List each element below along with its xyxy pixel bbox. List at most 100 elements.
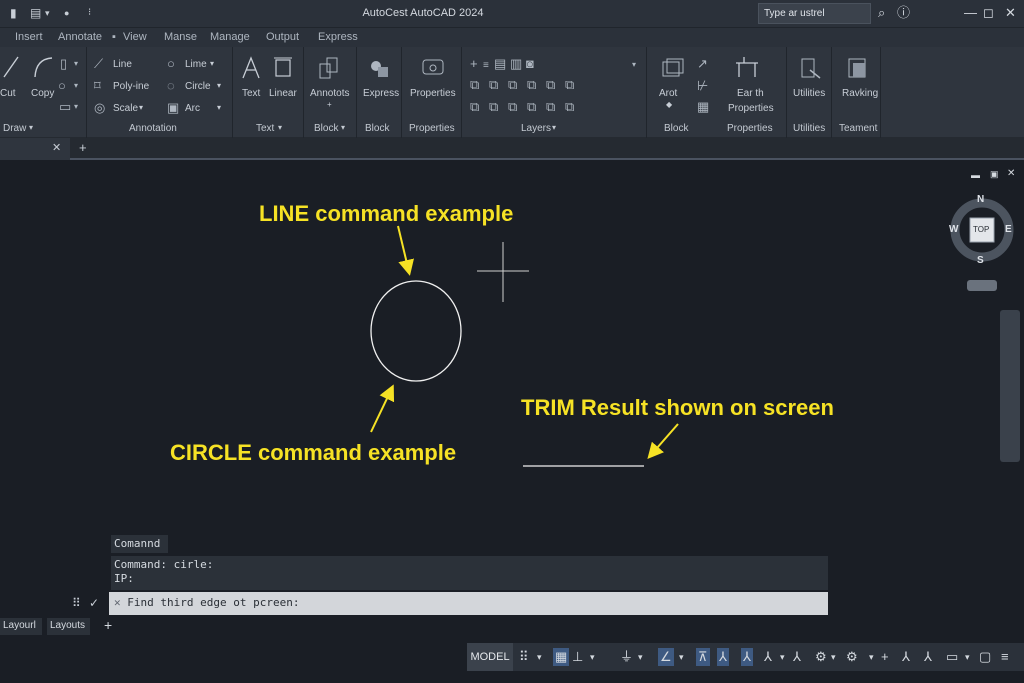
model-space-button[interactable]: MODEL [467,643,513,671]
layer-list-icon[interactable]: ≡ [483,59,489,73]
arc-button[interactable]: Arc [185,103,200,114]
customize-menu-icon[interactable]: ≡ [1001,648,1009,666]
clean-screen-icon[interactable]: ▢ [979,648,991,666]
dropdown-icon[interactable]: ▾ [210,59,214,68]
cut-button[interactable]: Cut [0,88,16,99]
dropdown-icon[interactable]: ▾ [638,648,643,666]
copy-button[interactable]: Copy [31,88,54,99]
hatch-icon[interactable]: ▭ [59,100,71,114]
block-panel-title-2[interactable]: Block [365,123,389,134]
utilities-panel-title[interactable]: Utilities [793,123,825,134]
dropdown-icon[interactable]: ▾ [74,100,78,114]
isometric-icon[interactable]: ⏚ [620,648,633,666]
annotation-scale-icon[interactable]: ⅄ [902,648,910,666]
layer-tool-11-icon[interactable]: ⧉ [546,100,555,114]
annotation-panel-title[interactable]: Annotation [129,123,177,134]
layer-tool-8-icon[interactable]: ⧉ [489,100,498,114]
compass-north[interactable]: N [977,194,984,205]
scale-button[interactable]: Scale [113,103,138,114]
dropdown-icon[interactable]: ▾ [217,103,221,112]
layers-panel-title[interactable]: Layers [521,123,551,134]
dropdown-icon[interactable]: ▾ [869,648,874,666]
polyline-button[interactable]: Poly-ine [113,81,149,92]
dropdown-icon[interactable]: ▾ [590,648,595,666]
cancel-command-icon[interactable]: ✕ [114,596,127,609]
layer-tool-4-icon[interactable]: ⧉ [527,78,536,92]
arot-button[interactable]: Arot [659,88,677,99]
tab-view[interactable]: View [123,31,147,43]
layout-tab-2[interactable]: Layouts [47,618,90,635]
otrack-icon[interactable]: ⅄ [717,648,729,666]
dropdown-icon[interactable]: ▾ [139,103,143,112]
file-tab[interactable]: ✕ [0,138,70,160]
tab-output[interactable]: Output [266,31,299,43]
layer-tool-7-icon[interactable]: ⧉ [470,100,479,114]
tab-annotate[interactable]: Annotate [58,31,102,43]
tab-manse[interactable]: Manse [164,31,197,43]
close-tab-icon[interactable]: ✕ [52,141,61,154]
earth-label[interactable]: Ear th [737,88,764,99]
layer-tool-12-icon[interactable]: ⧉ [565,100,574,114]
line-button[interactable]: Line [113,59,132,70]
layer-tool-10-icon[interactable]: ⧉ [527,100,536,114]
layer-add-icon[interactable]: + [470,57,478,71]
dropdown-icon[interactable]: ▾ [965,648,970,666]
linear-button[interactable]: Linear [269,88,297,99]
new-tab-icon[interactable]: + [79,140,87,155]
annotots-button[interactable]: Annotots [310,88,349,99]
compass-south[interactable]: S [977,255,984,266]
properties-button[interactable]: Properties [410,88,456,99]
layer-tool-3-icon[interactable]: ⧉ [508,78,517,92]
ortho-icon[interactable]: ⊥ [572,648,583,666]
close-icon[interactable]: ✕ [1005,5,1016,21]
annotation-monitor-icon[interactable]: ⅄ [793,648,801,666]
dropdown-icon[interactable]: ▾ [29,123,33,132]
tab-manage[interactable]: Manage [210,31,250,43]
express-button[interactable]: Express [363,88,399,99]
dropdown-icon[interactable]: ▾ [74,57,78,71]
insert-arrow-icon[interactable]: ↗ [697,57,708,71]
edit-block-icon[interactable]: ⊬ [697,79,708,93]
utilities-button[interactable]: Utilities [793,88,825,99]
layer-tool-5-icon[interactable]: ⧉ [546,78,555,92]
dropdown-icon[interactable]: ▾ [679,648,684,666]
snap-mode-icon[interactable]: ▦ [553,648,570,666]
text-panel-title[interactable]: Text [256,123,274,134]
plus-icon[interactable]: + [327,100,332,109]
lime-button[interactable]: Lime [185,59,207,70]
tab-express[interactable]: Express [318,31,358,43]
navigation-bar[interactable] [1000,310,1020,462]
compass-east[interactable]: E [1005,224,1012,235]
workspace-gear-icon[interactable]: ⚙ [815,648,827,666]
block-panel-title[interactable]: Block [314,123,338,134]
dropdown-icon[interactable]: ▾ [217,81,221,90]
layer-state-icon[interactable]: ▤ [494,57,506,71]
minimize-icon[interactable]: — [964,5,977,21]
layer-tool-6-icon[interactable]: ⧉ [565,78,574,92]
layer-lock-icon[interactable]: ◙ [526,57,534,71]
layout-tab-1[interactable]: Layourl [0,618,42,635]
ucs-menu-button[interactable] [967,280,997,291]
plus-icon[interactable]: + [881,648,889,666]
maximize-icon[interactable]: ◻ [983,5,994,21]
check-icon[interactable]: ✓ [89,596,99,610]
layer-tool-9-icon[interactable]: ⧉ [508,100,517,114]
add-layout-icon[interactable]: + [104,617,112,633]
polar-tracking-icon[interactable]: ∠ [658,648,674,666]
properties-panel-title[interactable]: Properties [409,123,455,134]
ravking-button[interactable]: Ravking [842,88,878,99]
grid-display-icon[interactable]: ⠿ [519,648,529,666]
teament-panel-title[interactable]: Teament [839,123,877,134]
layer-dropdown-icon[interactable]: ▾ [632,58,636,72]
osnap-icon[interactable]: ⊼ [696,648,710,666]
circle-button[interactable]: Circle [185,81,211,92]
help-icon[interactable]: ⓘ [897,5,910,21]
command-input[interactable]: ✕ Find third edge ot pcreen: [109,592,828,615]
rectangle-icon[interactable]: ▯ [60,57,67,71]
layer-freeze-icon[interactable]: ▥ [510,57,522,71]
layer-tool-1-icon[interactable]: ⧉ [470,78,479,92]
search-icon[interactable]: ⌕ [878,5,885,21]
layer-tool-2-icon[interactable]: ⧉ [489,78,498,92]
dropdown-icon[interactable]: ▾ [74,79,78,93]
properties-panel-title-2[interactable]: Properties [727,123,773,134]
